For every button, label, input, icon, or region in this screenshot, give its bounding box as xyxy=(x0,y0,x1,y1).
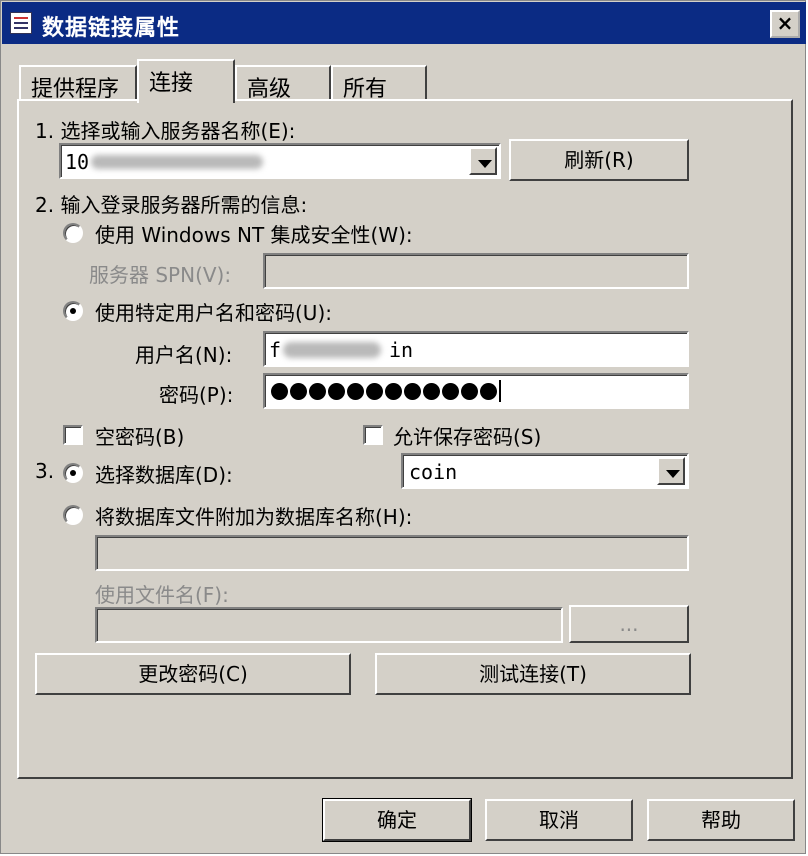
tab-connection[interactable]: 连接 xyxy=(137,59,235,103)
server-name-value: 10 xyxy=(65,150,90,174)
refresh-button[interactable]: 刷新(R) xyxy=(509,139,689,181)
attach-database-radio[interactable] xyxy=(63,505,83,525)
cancel-button[interactable]: 取消 xyxy=(485,799,633,841)
database-value: coin xyxy=(409,460,458,484)
username-prefix: f xyxy=(269,338,282,362)
password-input[interactable] xyxy=(263,373,689,409)
specific-user-label: 使用特定用户名和密码(U): xyxy=(95,301,332,325)
username-suffix: in xyxy=(389,338,414,362)
redacted-blur xyxy=(91,155,263,169)
username-label: 用户名(N): xyxy=(135,343,233,367)
ok-button[interactable]: 确定 xyxy=(322,798,472,842)
step1-label: 1. 选择或输入服务器名称(E): xyxy=(35,119,296,143)
database-combobox[interactable]: coin xyxy=(401,453,689,489)
app-icon xyxy=(10,12,32,34)
redacted-blur xyxy=(283,342,381,358)
browse-button: ... xyxy=(569,605,689,643)
blank-password-checkbox[interactable] xyxy=(63,425,83,445)
chevron-down-icon[interactable] xyxy=(469,147,497,175)
filename-input xyxy=(95,607,563,643)
password-label: 密码(P): xyxy=(159,383,234,407)
username-input[interactable]: f in xyxy=(263,331,689,367)
attach-database-label: 将数据库文件附加为数据库名称(H): xyxy=(95,505,413,529)
blank-password-label: 空密码(B) xyxy=(95,425,185,449)
allow-saving-password-checkbox[interactable] xyxy=(363,425,383,445)
specific-user-radio[interactable] xyxy=(63,301,83,321)
close-button[interactable]: × xyxy=(770,10,800,38)
tab-all[interactable]: 所有 xyxy=(331,65,427,102)
spn-label: 服务器 SPN(V): xyxy=(89,263,232,287)
data-link-properties-window: 数据链接属性 × 提供程序 连接 高级 所有 1. 选择或输入服务器名称(E):… xyxy=(0,0,806,854)
windows-auth-radio[interactable] xyxy=(63,223,83,243)
server-name-combobox[interactable]: 10 xyxy=(59,143,501,179)
tab-advanced[interactable]: 高级 xyxy=(235,65,331,102)
chevron-down-icon[interactable] xyxy=(657,457,685,485)
windows-auth-label: 使用 Windows NT 集成安全性(W): xyxy=(95,223,413,247)
filename-label: 使用文件名(F): xyxy=(95,583,229,607)
password-mask xyxy=(271,380,501,402)
select-database-radio[interactable] xyxy=(63,463,83,483)
test-connection-button[interactable]: 测试连接(T) xyxy=(375,653,691,695)
select-database-label: 选择数据库(D): xyxy=(95,463,233,487)
spn-input xyxy=(263,253,689,289)
allow-saving-password-label: 允许保存密码(S) xyxy=(393,425,542,449)
tab-provider[interactable]: 提供程序 xyxy=(19,65,137,102)
step3-number: 3. xyxy=(35,459,55,483)
help-button[interactable]: 帮助 xyxy=(647,799,795,841)
change-password-button[interactable]: 更改密码(C) xyxy=(35,653,351,695)
attach-database-name-input xyxy=(95,535,689,571)
text-caret xyxy=(499,380,501,402)
title-bar: 数据链接属性 × xyxy=(2,2,806,44)
window-title: 数据链接属性 xyxy=(42,16,181,41)
step2-label: 2. 输入登录服务器所需的信息: xyxy=(35,193,308,217)
